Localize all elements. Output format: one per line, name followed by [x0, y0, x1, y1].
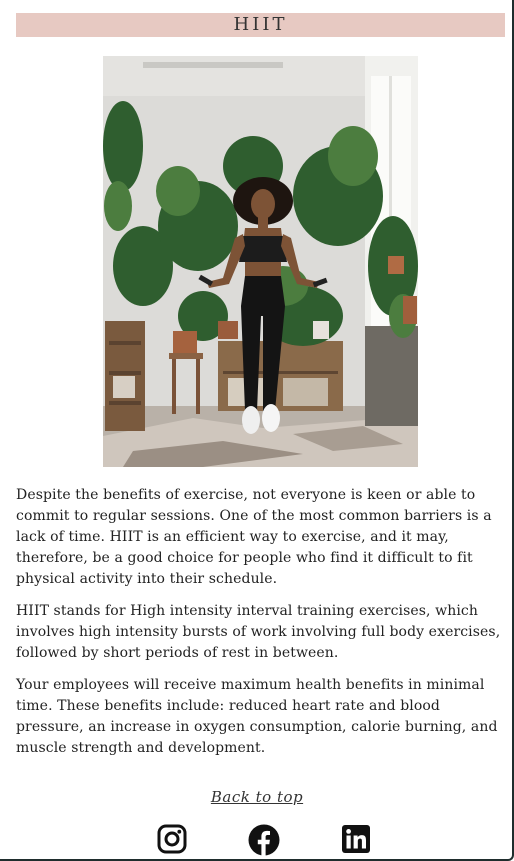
linkedin-link[interactable]	[341, 824, 371, 854]
back-to-top-link[interactable]: Back to top	[211, 788, 303, 806]
instagram-link[interactable]	[157, 824, 187, 854]
article-paragraph-1: Despite the benefits of exercise, not ev…	[16, 487, 492, 587]
page: HIIT Despite the benefits of exercise, n…	[0, 0, 514, 861]
social-links	[0, 824, 514, 856]
article-body: Despite the benefits of exercise, not ev…	[16, 485, 506, 770]
page-title-bar: HIIT	[16, 13, 505, 37]
article-paragraph-2: HIIT stands for High intensity interval …	[16, 603, 501, 661]
hero-image	[103, 56, 418, 467]
facebook-icon	[248, 824, 280, 856]
instagram-icon	[157, 824, 187, 854]
woman-jump-rope-photo	[103, 56, 418, 467]
back-to-top-container: Back to top	[0, 787, 514, 806]
linkedin-icon	[342, 825, 370, 853]
page-title: HIIT	[233, 14, 288, 35]
facebook-link[interactable]	[248, 824, 280, 856]
article-paragraph-3: Your employees will receive maximum heal…	[16, 677, 498, 756]
